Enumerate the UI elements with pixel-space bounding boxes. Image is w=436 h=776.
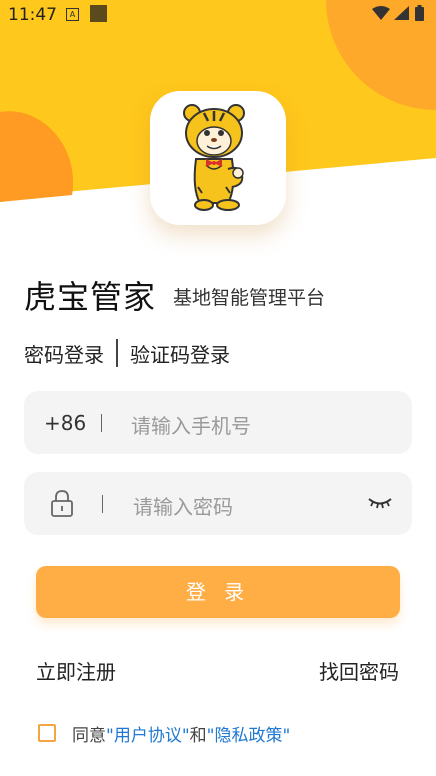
password-field[interactable]: 请输入密码 bbox=[24, 472, 412, 535]
tab-code-login[interactable]: 验证码登录 bbox=[130, 339, 230, 368]
phone-field[interactable]: +86 请输入手机号 bbox=[24, 391, 412, 454]
privacy-policy-link[interactable]: "隐私政策" bbox=[207, 721, 291, 746]
phone-input-placeholder[interactable]: 请输入手机号 bbox=[131, 410, 251, 439]
tab-divider bbox=[116, 339, 118, 367]
signal-icon bbox=[394, 6, 409, 20]
agreement-checkbox[interactable] bbox=[38, 724, 56, 742]
login-method-tabs: 密码登录 验证码登录 bbox=[24, 338, 230, 368]
eye-closed-icon[interactable] bbox=[367, 496, 393, 510]
user-agreement-link[interactable]: "用户协议" bbox=[106, 721, 190, 746]
password-input-placeholder[interactable]: 请输入密码 bbox=[133, 491, 233, 520]
tab-password-login[interactable]: 密码登录 bbox=[24, 339, 104, 368]
register-link[interactable]: 立即注册 bbox=[36, 656, 116, 685]
tiger-mascot-icon bbox=[183, 104, 245, 211]
agreement-and: 和 bbox=[189, 725, 207, 746]
forgot-password-link[interactable]: 找回密码 bbox=[319, 656, 399, 685]
agreement-row: 同意 "用户协议" 和 "隐私政策" bbox=[38, 721, 291, 746]
app-notification-icon bbox=[90, 5, 107, 22]
app-subtitle: 基地智能管理平台 bbox=[173, 287, 326, 309]
status-bar: 11:47 A bbox=[0, 0, 436, 30]
phone-field-divider bbox=[101, 414, 102, 432]
agreement-prefix: 同意 bbox=[72, 725, 106, 746]
battery-icon bbox=[415, 5, 424, 21]
password-field-divider bbox=[102, 495, 103, 513]
country-code-prefix[interactable]: +86 bbox=[44, 411, 86, 435]
app-logo bbox=[150, 91, 286, 225]
lock-icon bbox=[51, 490, 73, 517]
app-title: 虎宝管家 bbox=[24, 278, 157, 316]
status-time: 11:47 bbox=[8, 5, 57, 25]
wifi-icon bbox=[372, 6, 390, 20]
notification-a-icon: A bbox=[66, 8, 79, 21]
login-button[interactable]: 登 录 bbox=[36, 566, 400, 618]
